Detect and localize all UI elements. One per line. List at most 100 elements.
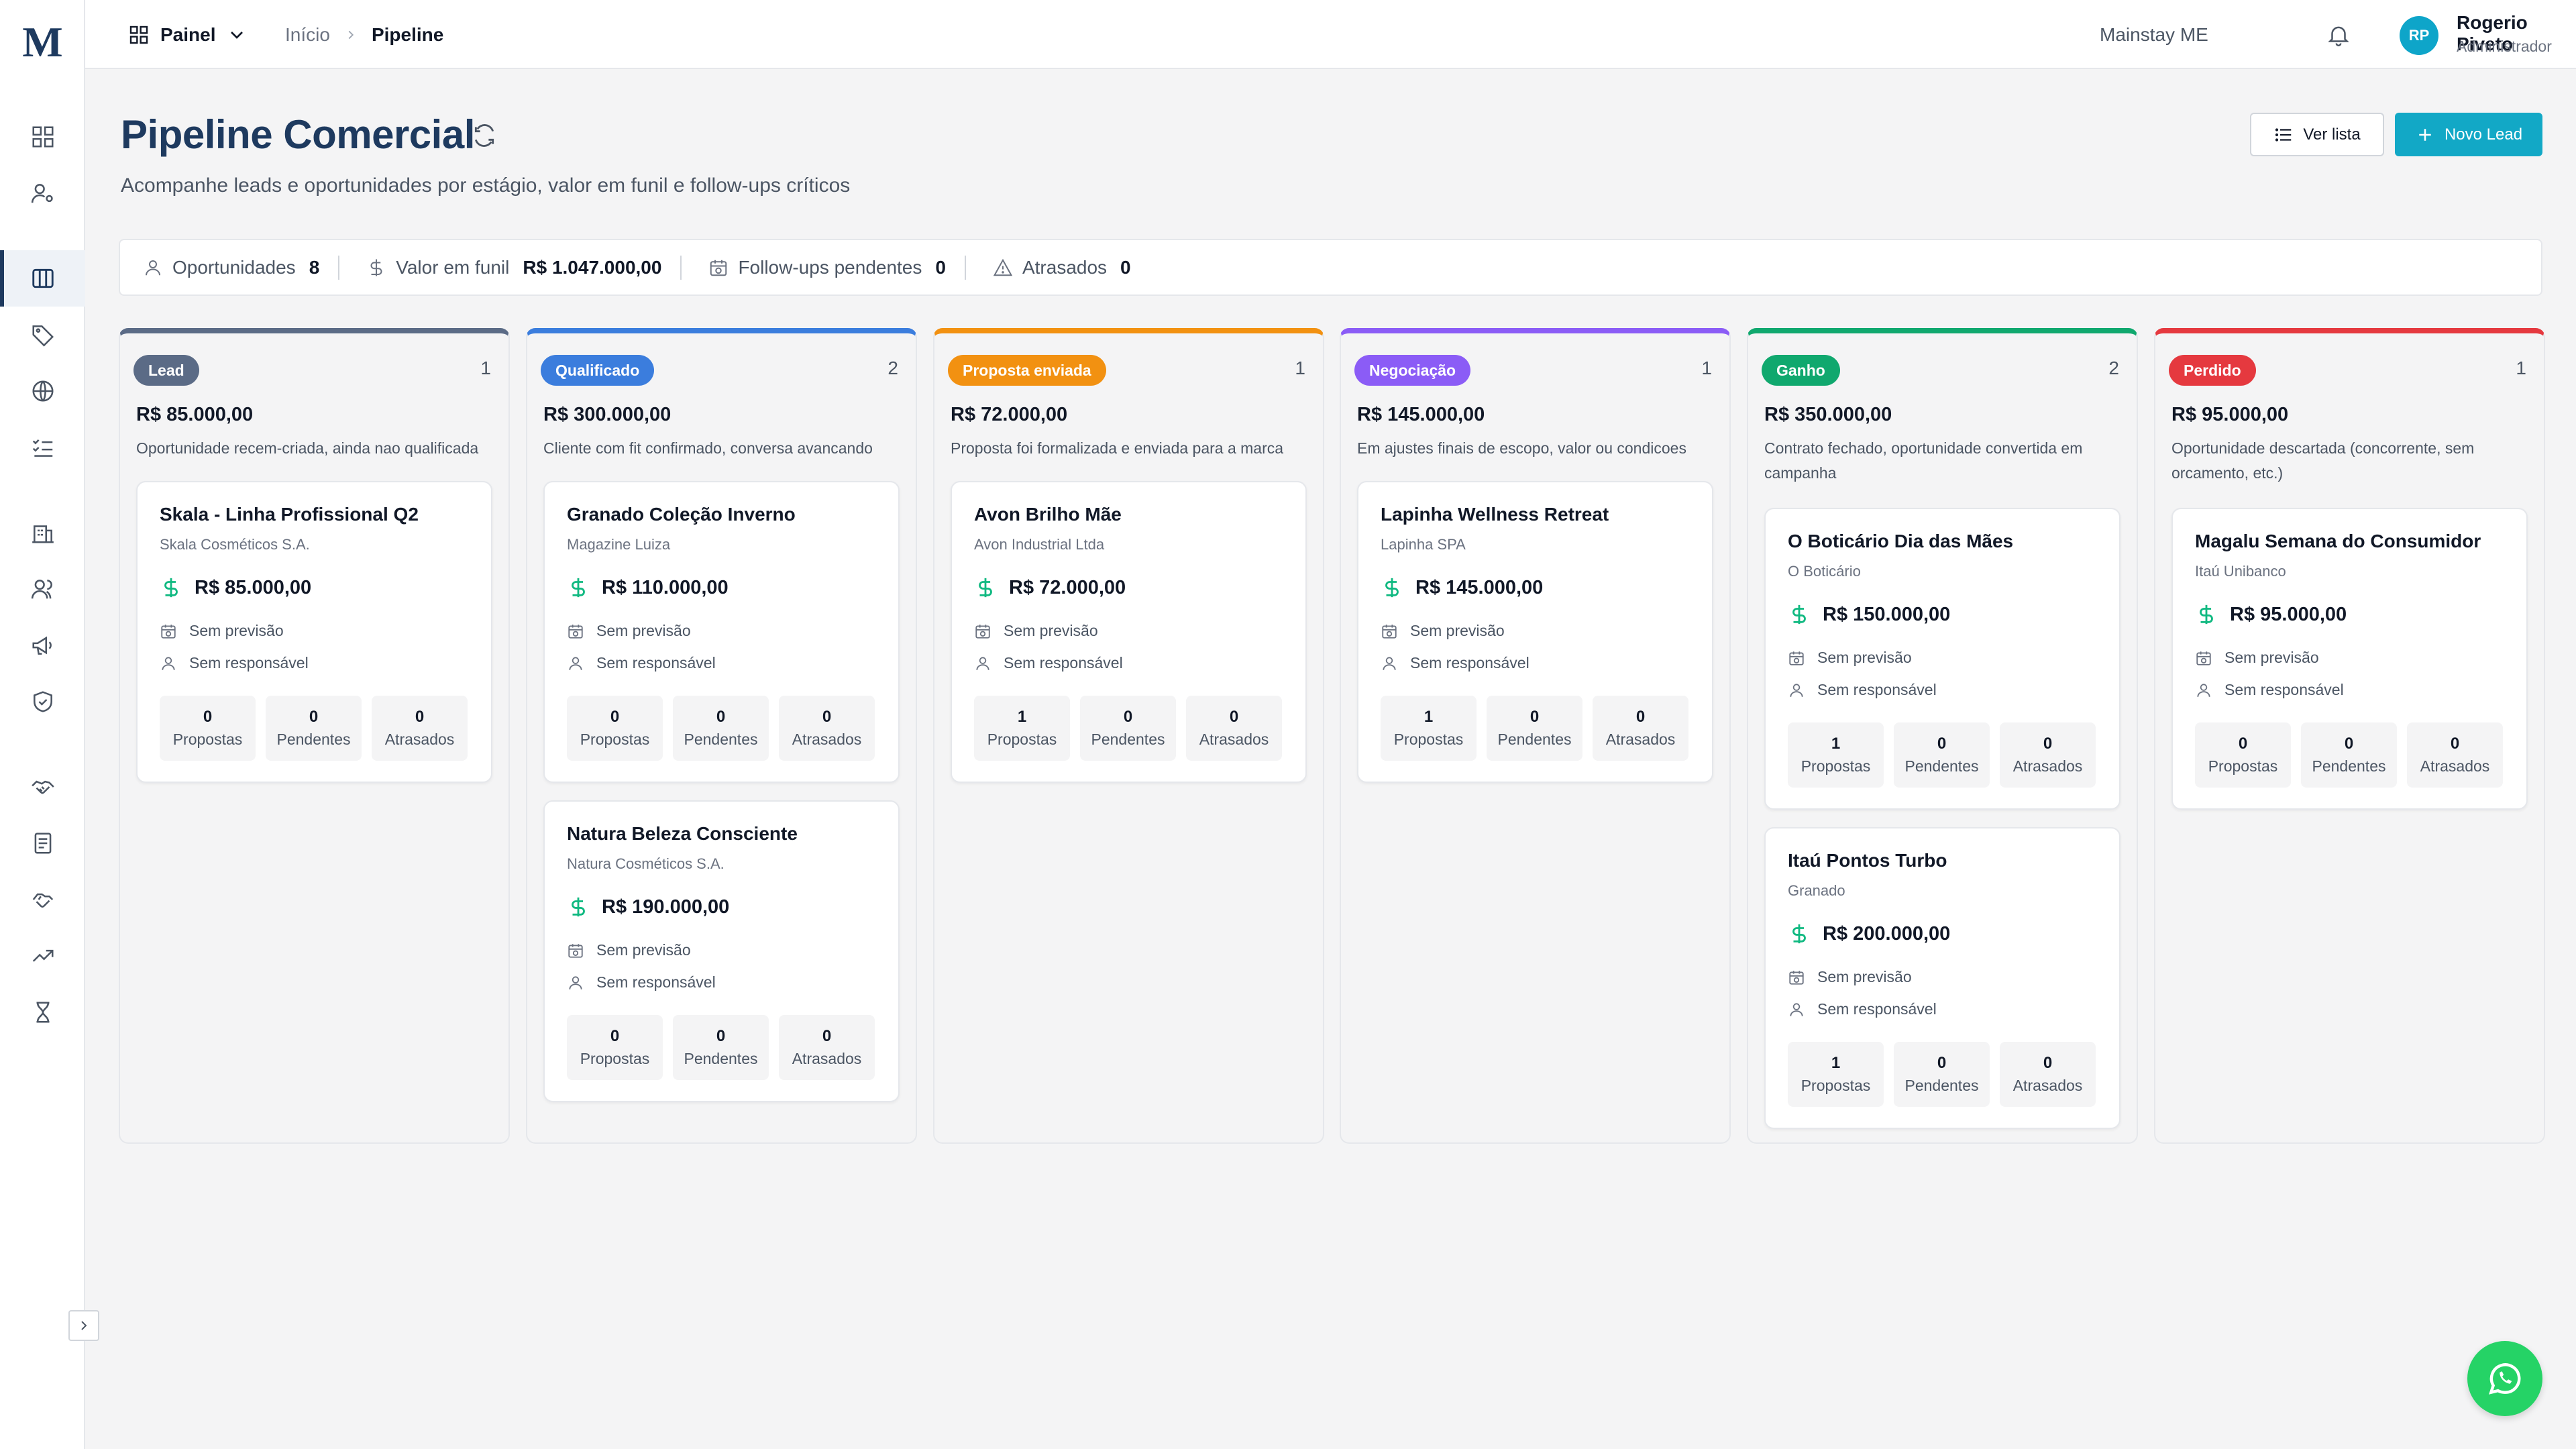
pending-label: Pendentes (2312, 757, 2386, 775)
megaphone-icon (32, 636, 52, 655)
dollar-icon (1385, 578, 1399, 598)
card-company: O Boticário (1788, 563, 1861, 580)
handshake-alt-icon (32, 893, 53, 908)
list-icon (2275, 127, 2292, 142)
sidebar-item-users[interactable] (0, 561, 85, 617)
card-title: Natura Beleza Consciente (567, 823, 798, 844)
sidebar-item-pipeline[interactable] (0, 250, 85, 307)
proposals-count: 1 (1831, 1054, 1841, 1072)
pending-stat: 0 Pendentes (266, 696, 362, 761)
opportunity-card[interactable]: Itaú Pontos Turbo Granado R$ 200.000,00 … (1764, 827, 2121, 1129)
sidebar-item-deals[interactable] (0, 759, 85, 815)
sidebar-item-buildings[interactable] (0, 504, 85, 561)
sidebar-item-checklist[interactable] (0, 419, 85, 476)
proposals-label: Propostas (580, 1050, 650, 1067)
proposals-count: 0 (610, 708, 620, 726)
sidebar-item-dashboard[interactable] (0, 109, 85, 165)
card-mini-stats: 1 Propostas 0 Pendentes 0 Atrasados (1788, 722, 2096, 788)
notifications-button[interactable] (2324, 20, 2353, 50)
opportunity-card[interactable]: O Boticário Dia das Mães O Boticário R$ … (1764, 508, 2121, 810)
opportunity-card[interactable]: Avon Brilho Mãe Avon Industrial Ltda R$ … (951, 481, 1307, 783)
sidebar-item-partnerships[interactable] (0, 871, 85, 928)
calendar-clock-icon (975, 624, 990, 639)
overdue-count: 0 (822, 708, 832, 726)
user-icon (2197, 683, 2210, 697)
dollar-icon (164, 578, 178, 598)
forecast-label: Sem previsão (1817, 968, 1912, 985)
proposals-stat: 1 Propostas (974, 696, 1070, 761)
opportunity-card[interactable]: Magalu Semana do Consumidor Itaú Unibanc… (2171, 508, 2528, 810)
proposals-stat: 1 Propostas (1788, 722, 1884, 788)
calendar-clock-icon (1382, 624, 1397, 639)
card-mini-stats: 0 Propostas 0 Pendentes 0 Atrasados (567, 696, 875, 761)
card-title: Granado Coleção Inverno (567, 504, 796, 525)
app-logo[interactable]: M (0, 16, 85, 68)
proposals-stat: 0 Propostas (160, 696, 256, 761)
forecast-label: Sem previsão (1004, 622, 1098, 639)
stage-description: Oportunidade descartada (concorrente, se… (2171, 439, 2475, 482)
pending-count: 0 (1937, 1054, 1947, 1072)
refresh-icon[interactable] (472, 123, 497, 148)
proposals-count: 0 (203, 708, 213, 726)
calendar-clock-icon (710, 260, 727, 276)
sidebar-item-history[interactable] (0, 984, 85, 1040)
overdue-count: 0 (822, 1027, 832, 1045)
proposals-count: 0 (2238, 735, 2248, 753)
pending-label: Pendentes (276, 731, 351, 748)
pipeline-column: Lead 1 R$ 85.000,00 Oportunidade recem-c… (119, 328, 510, 1144)
card-title: Avon Brilho Mãe (974, 504, 1122, 525)
opportunity-card[interactable]: Natura Beleza Consciente Natura Cosmétic… (543, 800, 900, 1102)
opportunity-card[interactable]: Lapinha Wellness Retreat Lapinha SPA R$ … (1357, 481, 1713, 783)
sidebar-item-user-settings[interactable] (0, 165, 85, 221)
view-list-button[interactable]: Ver lista (2250, 113, 2384, 156)
card-mini-stats: 0 Propostas 0 Pendentes 0 Atrasados (160, 696, 468, 761)
pending-label: Pendentes (684, 1050, 758, 1067)
divider (680, 255, 682, 280)
sidebar-item-reports[interactable] (0, 928, 85, 984)
overdue-count: 0 (415, 708, 425, 726)
user-icon (976, 656, 989, 670)
owner-label: Sem responsável (2224, 681, 2344, 698)
plus-icon (2419, 128, 2431, 141)
sidebar-item-tags[interactable] (0, 307, 85, 363)
card-forecast: Sem previsão (1788, 649, 1912, 667)
whatsapp-button[interactable] (2467, 1341, 2542, 1416)
proposals-label: Propostas (1801, 1077, 1871, 1094)
sidebar: M (0, 0, 85, 1449)
card-value: R$ 95.000,00 (2230, 603, 2347, 625)
card-company: Skala Cosméticos S.A. (160, 536, 310, 553)
stat-label: Oportunidades (172, 256, 296, 278)
pipeline-column: Ganho 2 R$ 350.000,00 Contrato fechado, … (1747, 328, 2138, 1144)
card-value-row: R$ 110.000,00 (567, 576, 729, 599)
overdue-label: Atrasados (1199, 731, 1269, 748)
overdue-count: 0 (2043, 735, 2053, 753)
card-value: R$ 85.000,00 (195, 576, 312, 598)
sidebar-item-campaigns[interactable] (0, 617, 85, 674)
stage-badge: Perdido (2169, 355, 2256, 386)
avatar[interactable]: RP (2400, 16, 2438, 55)
card-forecast: Sem previsão (160, 622, 284, 640)
user-role: Administrador (2457, 38, 2552, 55)
calendar-clock-icon (1789, 970, 1804, 985)
card-owner: Sem responsável (567, 654, 716, 672)
sidebar-expand-button[interactable] (68, 1310, 99, 1341)
card-forecast: Sem previsão (2195, 649, 2319, 667)
breadcrumb-home[interactable]: Início (285, 24, 330, 46)
company-name[interactable]: Mainstay ME (2100, 20, 2208, 50)
opportunity-card[interactable]: Granado Coleção Inverno Magazine Luiza R… (543, 481, 900, 783)
sidebar-item-globe[interactable] (0, 363, 85, 419)
warning-icon (993, 258, 1013, 276)
card-company: Lapinha SPA (1381, 536, 1466, 553)
opportunity-card[interactable]: Skala - Linha Profissional Q2 Skala Cosm… (136, 481, 492, 783)
panel-menu-label: Painel (160, 24, 216, 45)
sidebar-item-documents[interactable] (0, 815, 85, 871)
new-lead-button[interactable]: Novo Lead (2395, 113, 2542, 156)
document-icon (34, 833, 51, 854)
chevron-right-icon (81, 1321, 87, 1330)
panel-menu[interactable]: Painel (128, 20, 248, 50)
overdue-stat: 0 Atrasados (779, 1015, 875, 1080)
pending-count: 0 (2344, 735, 2354, 753)
calendar-clock-icon (568, 943, 583, 958)
sidebar-item-security[interactable] (0, 674, 85, 730)
forecast-label: Sem previsão (596, 941, 691, 959)
